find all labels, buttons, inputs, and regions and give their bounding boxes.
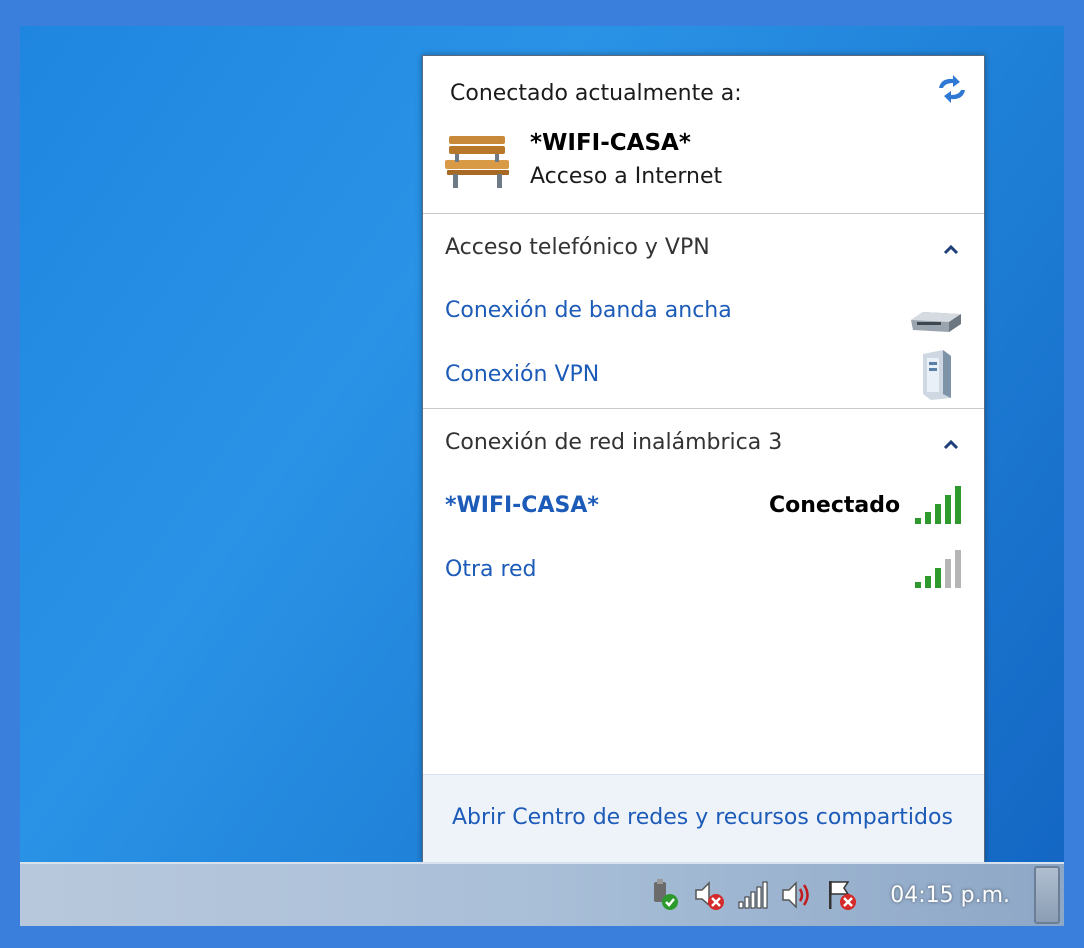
wifi-signal-icon: [915, 550, 961, 588]
connected-status-label: Conectado: [769, 493, 901, 518]
show-desktop-button[interactable]: [1034, 866, 1060, 924]
divider: [423, 408, 984, 409]
action-center-flag-error-icon[interactable]: [824, 878, 858, 912]
open-network-center-link[interactable]: Abrir Centro de redes y recursos compart…: [452, 805, 953, 830]
section-title-wireless: Conexión de red inalámbrica 3: [445, 430, 783, 455]
refresh-icon[interactable]: [933, 72, 971, 106]
park-bench-network-icon: [445, 136, 509, 188]
network-signal-icon[interactable]: [736, 878, 770, 912]
speaker-muted-error-icon[interactable]: [692, 878, 726, 912]
network-flyout: Conectado actualmente a: *WIFI-CASA* Acc…: [422, 55, 985, 862]
wifi-network-wifi-casa[interactable]: *WIFI-CASA*: [445, 493, 599, 518]
vpn-server-icon: [923, 350, 951, 400]
usb-safe-remove-icon[interactable]: [648, 878, 682, 912]
section-title-dialup-vpn: Acceso telefónico y VPN: [445, 235, 710, 260]
chevron-up-icon[interactable]: [941, 437, 961, 451]
wifi-network-otra-red[interactable]: Otra red: [445, 557, 537, 582]
chevron-up-icon[interactable]: [941, 242, 961, 256]
flyout-header-title: Conectado actualmente a:: [450, 81, 742, 106]
broadband-connection-link[interactable]: Conexión de banda ancha: [445, 298, 732, 323]
current-network-name: *WIFI-CASA*: [530, 130, 691, 156]
current-network-status: Acceso a Internet: [530, 164, 723, 189]
taskbar-clock[interactable]: 04:15 p.m.: [890, 883, 1010, 908]
broadband-modem-icon: [911, 312, 961, 332]
wifi-signal-icon: [915, 486, 961, 524]
system-tray: 04:15 p.m.: [648, 864, 1064, 926]
flyout-footer: Abrir Centro de redes y recursos compart…: [423, 774, 984, 862]
taskbar: 04:15 p.m.: [20, 862, 1064, 926]
volume-icon[interactable]: [780, 878, 814, 912]
vpn-connection-link[interactable]: Conexión VPN: [445, 362, 599, 387]
divider: [423, 213, 984, 214]
